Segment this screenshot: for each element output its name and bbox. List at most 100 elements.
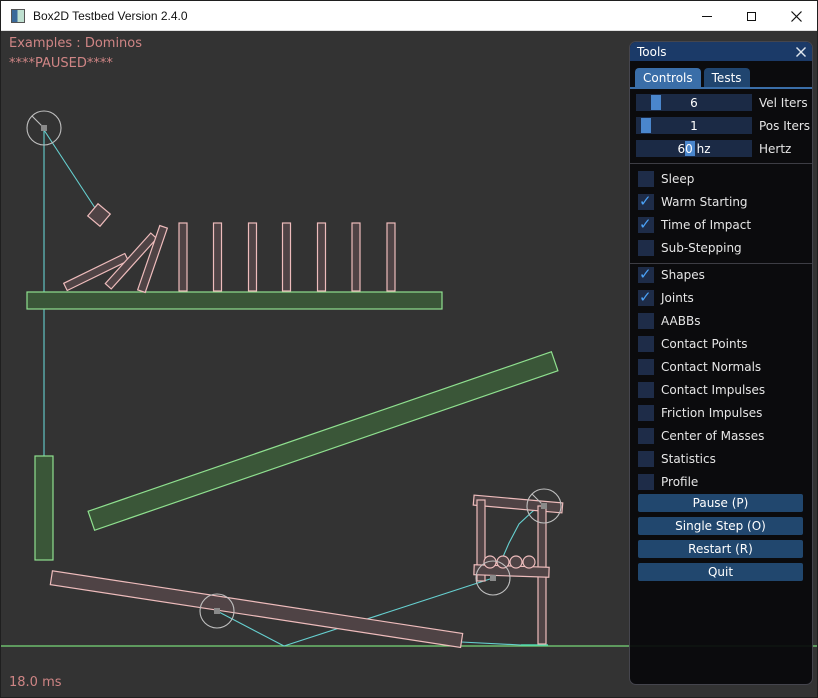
check-icon: ✓ xyxy=(639,215,652,233)
ball xyxy=(523,556,535,568)
checkbox-label: Contact Impulses xyxy=(661,383,765,397)
upright-domino xyxy=(179,223,187,291)
hertz-value: 60 hz xyxy=(636,140,752,157)
checkbox-box[interactable] xyxy=(638,313,654,329)
vel-iters-label: Vel Iters xyxy=(759,96,808,110)
pos-iters-value: 1 xyxy=(636,117,752,134)
checkbox-sub-stepping[interactable]: Sub-Stepping xyxy=(638,239,742,256)
paused-label: ****PAUSED**** xyxy=(9,56,113,71)
checkbox-label: Contact Normals xyxy=(661,360,761,374)
checkbox-box[interactable]: ✓ xyxy=(638,290,654,306)
checkbox-time-of-impact[interactable]: ✓ Time of Impact xyxy=(638,216,751,233)
checkbox-label: Time of Impact xyxy=(661,218,751,232)
tab-underline xyxy=(630,87,812,89)
checkbox-box[interactable] xyxy=(638,382,654,398)
window-title: Box2D Testbed Version 2.4.0 xyxy=(33,9,188,23)
window-titlebar: Box2D Testbed Version 2.4.0 xyxy=(1,1,818,31)
maximize-icon xyxy=(747,12,756,21)
tools-panel-title: Tools xyxy=(637,45,667,59)
close-button[interactable] xyxy=(774,1,818,31)
upright-domino xyxy=(352,223,360,291)
maximize-button[interactable] xyxy=(729,1,774,31)
checkbox-label: Sleep xyxy=(661,172,694,186)
vertical-green-block xyxy=(35,456,53,560)
check-icon: ✓ xyxy=(639,192,652,210)
checkbox-profile[interactable]: Profile xyxy=(638,473,698,490)
checkbox-box[interactable] xyxy=(638,405,654,421)
separator xyxy=(630,263,812,264)
checkbox-label: Friction Impulses xyxy=(661,406,762,420)
checkbox-contact-normals[interactable]: Contact Normals xyxy=(638,358,761,375)
minimize-button[interactable] xyxy=(684,1,729,31)
checkbox-box[interactable] xyxy=(638,359,654,375)
quit-button[interactable]: Quit xyxy=(638,563,803,581)
checkbox-warm-starting[interactable]: ✓ Warm Starting xyxy=(638,193,748,210)
upright-domino xyxy=(387,223,395,291)
checkbox-box[interactable] xyxy=(638,336,654,352)
checkbox-label: Shapes xyxy=(661,268,705,282)
close-icon xyxy=(791,11,802,22)
checkbox-label: Joints xyxy=(661,291,694,305)
close-icon xyxy=(796,47,806,57)
checkbox-label: Statistics xyxy=(661,452,716,466)
checkbox-shapes[interactable]: ✓ Shapes xyxy=(638,266,705,283)
upright-domino xyxy=(283,223,291,291)
checkbox-label: Sub-Stepping xyxy=(661,241,742,255)
checkbox-box[interactable] xyxy=(638,428,654,444)
tools-close-button[interactable] xyxy=(793,44,808,59)
pos-iters-slider-row: 1 Pos Iters xyxy=(636,117,810,134)
checkbox-box[interactable]: ✓ xyxy=(638,267,654,283)
checkbox-box[interactable] xyxy=(638,171,654,187)
pos-iters-label: Pos Iters xyxy=(759,119,810,133)
tools-panel: Tools Controls Tests 6 Vel Iters 1 Pos Iter… xyxy=(629,41,813,685)
checkbox-label: AABBs xyxy=(661,314,700,328)
checkbox-center-of-masses[interactable]: Center of Masses xyxy=(638,427,764,444)
checkbox-sleep[interactable]: Sleep xyxy=(638,170,694,187)
tools-panel-titlebar[interactable]: Tools xyxy=(630,42,812,61)
tab-controls[interactable]: Controls xyxy=(635,68,701,89)
hertz-slider-row: 60 hz Hertz xyxy=(636,140,791,157)
restart-r-button[interactable]: Restart (R) xyxy=(638,540,803,558)
example-label: Examples : Dominos xyxy=(9,36,142,51)
checkbox-box[interactable]: ✓ xyxy=(638,194,654,210)
frame-time-label: 18.0 ms xyxy=(9,675,62,690)
pendulum-box xyxy=(88,204,111,227)
checkbox-box[interactable] xyxy=(638,240,654,256)
vel-iters-slider[interactable]: 6 xyxy=(636,94,752,111)
check-icon: ✓ xyxy=(639,288,652,306)
upright-domino xyxy=(318,223,326,291)
domino-platform xyxy=(27,292,442,309)
seesaw-plank xyxy=(50,571,462,648)
checkbox-label: Contact Points xyxy=(661,337,748,351)
checkbox-box[interactable]: ✓ xyxy=(638,217,654,233)
checkbox-aabbs[interactable]: AABBs xyxy=(638,312,700,329)
hertz-label: Hertz xyxy=(759,142,791,156)
app-window: Box2D Testbed Version 2.4.0 xyxy=(0,0,818,698)
checkbox-joints[interactable]: ✓ Joints xyxy=(638,289,694,306)
minimize-icon xyxy=(702,16,712,17)
checkbox-contact-impulses[interactable]: Contact Impulses xyxy=(638,381,765,398)
checkbox-friction-impulses[interactable]: Friction Impulses xyxy=(638,404,762,421)
pause-p-button[interactable]: Pause (P) xyxy=(638,494,803,512)
separator xyxy=(630,163,812,164)
tab-tests[interactable]: Tests xyxy=(704,68,750,89)
single-step-o-button[interactable]: Single Step (O) xyxy=(638,517,803,535)
checkbox-box[interactable] xyxy=(638,451,654,467)
pos-iters-slider[interactable]: 1 xyxy=(636,117,752,134)
upright-domino xyxy=(249,223,257,291)
joint-anchors xyxy=(41,125,547,614)
vel-iters-slider-row: 6 Vel Iters xyxy=(636,94,808,111)
checkbox-statistics[interactable]: Statistics xyxy=(638,450,716,467)
upright-domino xyxy=(214,223,222,291)
checkbox-label: Warm Starting xyxy=(661,195,748,209)
checkbox-box[interactable] xyxy=(638,474,654,490)
ball xyxy=(510,556,522,568)
frame-top-beam xyxy=(473,495,563,513)
vel-iters-value: 6 xyxy=(636,94,752,111)
checkbox-label: Center of Masses xyxy=(661,429,764,443)
checkbox-contact-points[interactable]: Contact Points xyxy=(638,335,748,352)
hertz-slider[interactable]: 60 hz xyxy=(636,140,752,157)
tools-tabbar: Controls Tests xyxy=(635,68,750,89)
simulation-canvas[interactable]: Examples : Dominos ****PAUSED**** 18.0 m… xyxy=(1,31,818,698)
checkbox-label: Profile xyxy=(661,475,698,489)
